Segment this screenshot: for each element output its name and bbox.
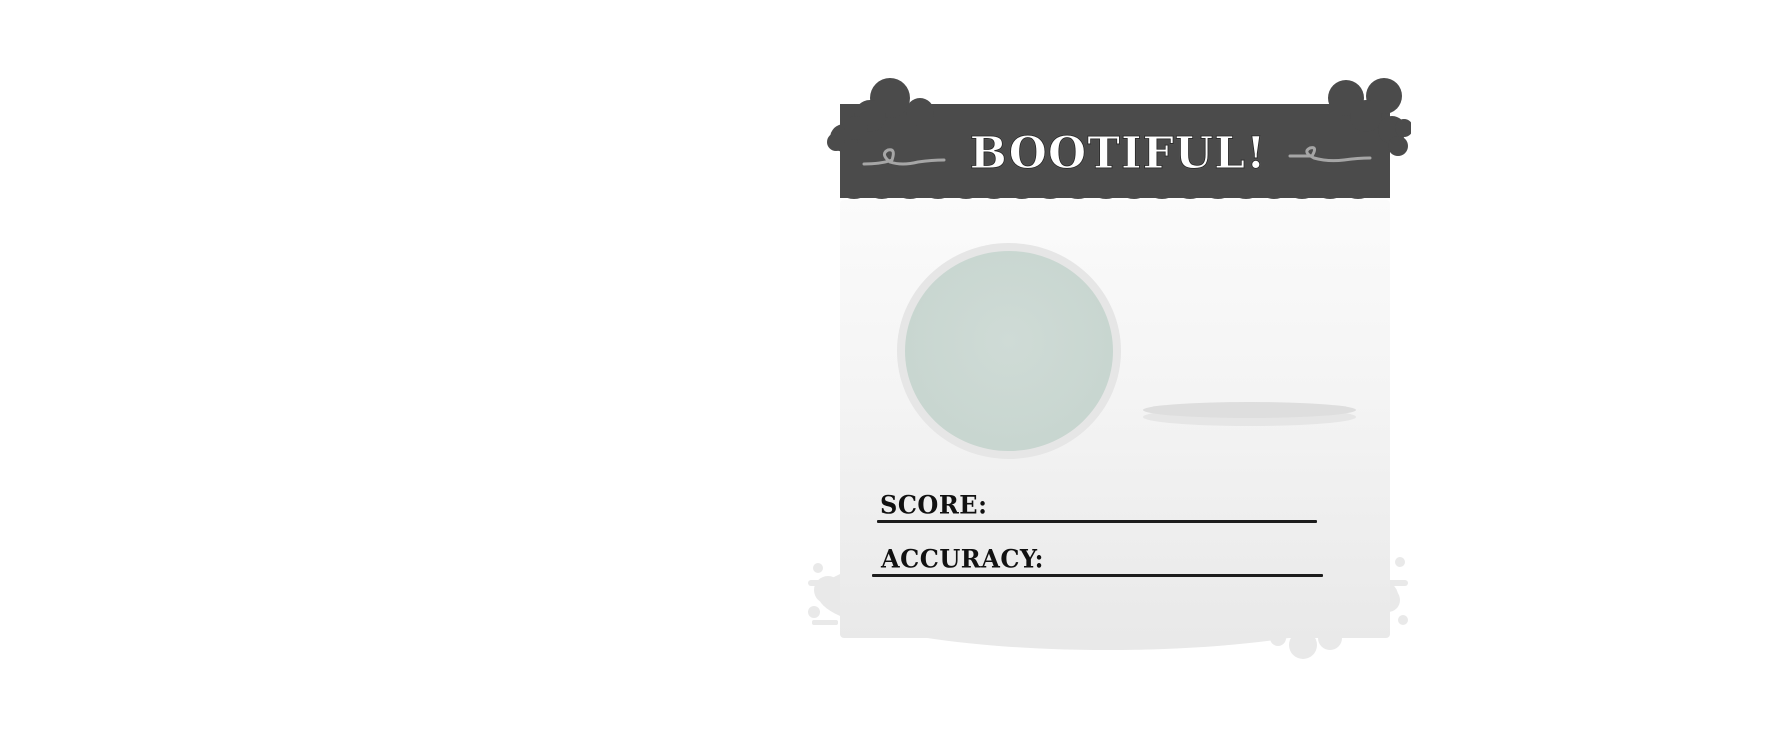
score-underline — [877, 520, 1317, 523]
accuracy-label: ACCURACY: — [881, 543, 1044, 574]
results-title: BOOTIFUL! — [969, 128, 1267, 180]
curl-flourish-icon — [1288, 146, 1372, 163]
avatar — [905, 251, 1113, 451]
score-label: SCORE: — [880, 489, 988, 520]
curl-flourish-icon — [862, 148, 946, 166]
accuracy-underline — [872, 574, 1323, 577]
rating-placeholder — [1143, 402, 1356, 418]
results-screen: BOOTIFUL! SCORE: ACCURACY: — [0, 0, 1767, 749]
